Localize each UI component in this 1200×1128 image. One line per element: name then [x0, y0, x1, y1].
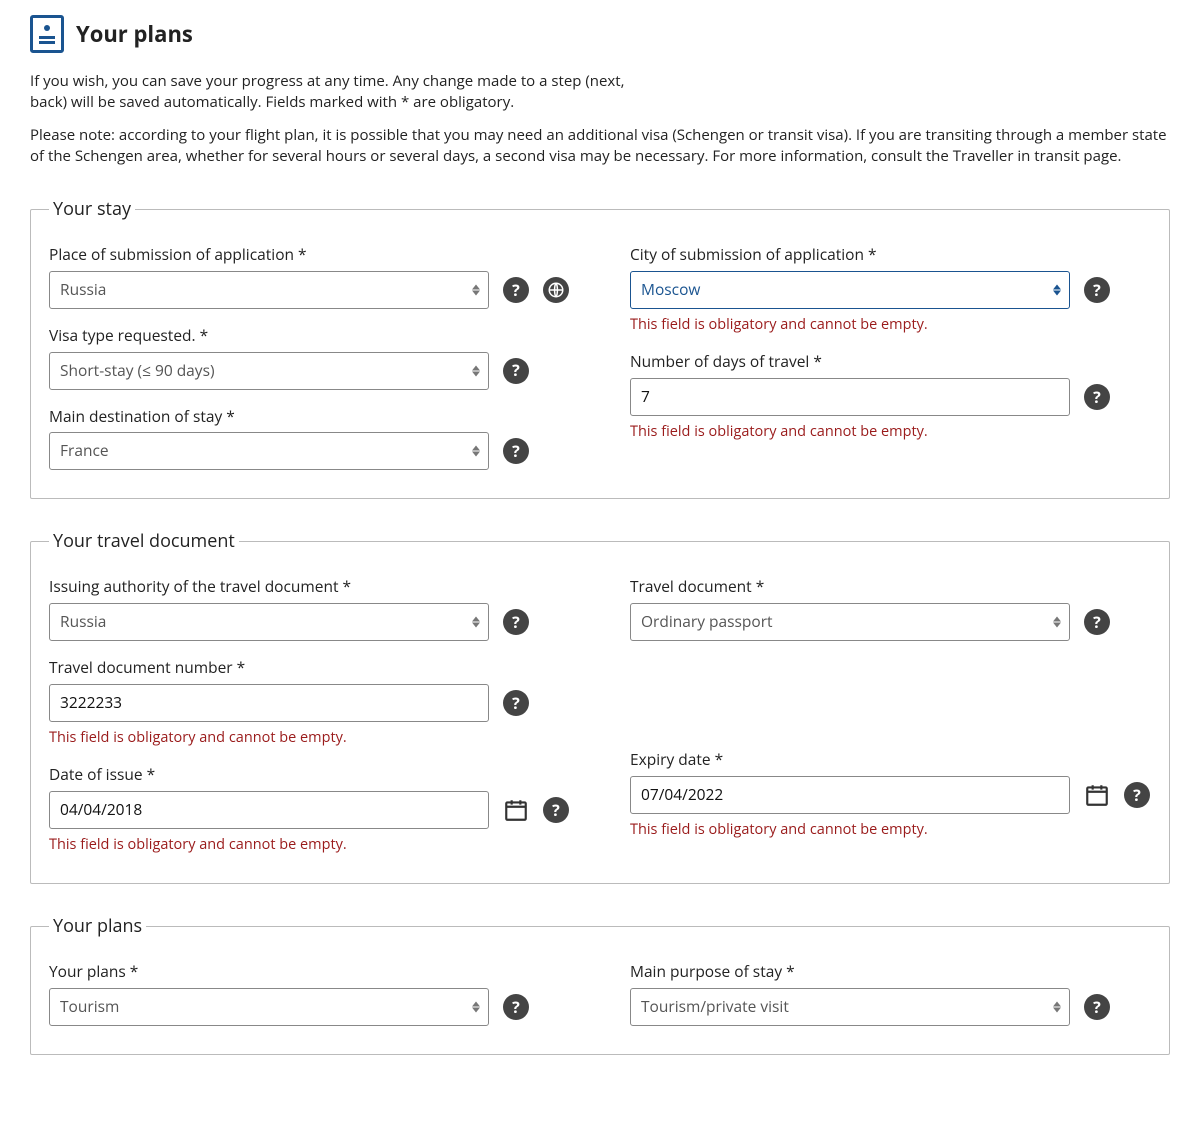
expiry-date-value: 07/04/2022 — [641, 784, 723, 806]
days-error: This field is obligatory and cannot be e… — [630, 422, 1151, 442]
help-icon[interactable]: ? — [503, 438, 529, 464]
days-of-travel-input[interactable]: 7 — [630, 378, 1070, 416]
intro-text: If you wish, you can save your progress … — [30, 71, 1170, 167]
doc-number-label: Travel document number * — [49, 657, 570, 679]
date-of-issue-input[interactable]: 04/04/2018 — [49, 791, 489, 829]
destination-select[interactable]: France — [49, 432, 489, 470]
doc-number-input[interactable]: 3222233 — [49, 684, 489, 722]
page-title: Your plans — [76, 19, 193, 50]
help-icon[interactable]: ? — [1084, 384, 1110, 410]
expiry-date-error: This field is obligatory and cannot be e… — [630, 820, 1151, 840]
destination-label: Main destination of stay * — [49, 406, 570, 428]
city-of-submission-select[interactable]: Moscow — [630, 271, 1070, 309]
date-of-issue-label: Date of issue * — [49, 764, 570, 786]
section-your-stay: Your stay Place of submission of applica… — [30, 197, 1170, 499]
section-legend-plans: Your plans — [49, 914, 146, 939]
doc-number-error: This field is obligatory and cannot be e… — [49, 728, 570, 748]
help-icon[interactable]: ? — [503, 690, 529, 716]
section-your-plans: Your plans Your plans * Tourism ? Main p… — [30, 914, 1170, 1055]
help-icon[interactable]: ? — [543, 797, 569, 823]
chevron-updown-icon — [1053, 1001, 1061, 1012]
intro-paragraph-1: If you wish, you can save your progress … — [30, 71, 650, 113]
your-plans-value: Tourism — [60, 996, 119, 1018]
chevron-updown-icon — [472, 1001, 480, 1012]
issuing-authority-value: Russia — [60, 611, 106, 633]
city-error: This field is obligatory and cannot be e… — [630, 315, 1151, 335]
calendar-icon[interactable] — [1084, 782, 1110, 808]
help-icon[interactable]: ? — [1084, 609, 1110, 635]
page-header: Your plans — [30, 15, 1170, 53]
chevron-updown-icon — [1053, 284, 1061, 295]
section-travel-document: Your travel document Issuing authority o… — [30, 529, 1170, 884]
date-of-issue-value: 04/04/2018 — [60, 799, 142, 821]
travel-document-select[interactable]: Ordinary passport — [630, 603, 1070, 641]
your-plans-select[interactable]: Tourism — [49, 988, 489, 1026]
expiry-date-label: Expiry date * — [630, 749, 1151, 771]
days-of-travel-value: 7 — [641, 386, 650, 408]
calendar-icon[interactable] — [503, 797, 529, 823]
chevron-updown-icon — [472, 284, 480, 295]
section-legend-stay: Your stay — [49, 197, 135, 222]
section-legend-doc: Your travel document — [49, 529, 239, 554]
globe-icon[interactable] — [543, 277, 569, 303]
visa-type-value: Short-stay (≤ 90 days) — [60, 360, 215, 382]
help-icon[interactable]: ? — [503, 277, 529, 303]
issuing-authority-label: Issuing authority of the travel document… — [49, 576, 570, 598]
expiry-date-input[interactable]: 07/04/2022 — [630, 776, 1070, 814]
intro-paragraph-2: Please note: according to your flight pl… — [30, 125, 1170, 167]
chevron-updown-icon — [472, 365, 480, 376]
city-of-submission-label: City of submission of application * — [630, 244, 1151, 266]
help-icon[interactable]: ? — [1084, 277, 1110, 303]
visa-type-label: Visa type requested. * — [49, 325, 570, 347]
place-of-submission-label: Place of submission of application * — [49, 244, 570, 266]
main-purpose-label: Main purpose of stay * — [630, 961, 1151, 983]
chevron-updown-icon — [472, 617, 480, 628]
place-of-submission-value: Russia — [60, 279, 106, 301]
chevron-updown-icon — [1053, 617, 1061, 628]
doc-number-value: 3222233 — [60, 692, 122, 714]
help-icon[interactable]: ? — [503, 609, 529, 635]
travel-document-value: Ordinary passport — [641, 611, 773, 633]
help-icon[interactable]: ? — [1084, 994, 1110, 1020]
main-purpose-select[interactable]: Tourism/private visit — [630, 988, 1070, 1026]
help-icon[interactable]: ? — [1124, 782, 1150, 808]
visa-type-select[interactable]: Short-stay (≤ 90 days) — [49, 352, 489, 390]
date-of-issue-error: This field is obligatory and cannot be e… — [49, 835, 570, 855]
travel-document-label: Travel document * — [630, 576, 1151, 598]
destination-value: France — [60, 440, 109, 462]
help-icon[interactable]: ? — [503, 994, 529, 1020]
chevron-updown-icon — [472, 446, 480, 457]
city-of-submission-value: Moscow — [641, 279, 700, 301]
issuing-authority-select[interactable]: Russia — [49, 603, 489, 641]
help-icon[interactable]: ? — [503, 358, 529, 384]
your-plans-label: Your plans * — [49, 961, 570, 983]
place-of-submission-select[interactable]: Russia — [49, 271, 489, 309]
main-purpose-value: Tourism/private visit — [641, 996, 789, 1018]
document-icon — [30, 15, 64, 53]
days-of-travel-label: Number of days of travel * — [630, 351, 1151, 373]
